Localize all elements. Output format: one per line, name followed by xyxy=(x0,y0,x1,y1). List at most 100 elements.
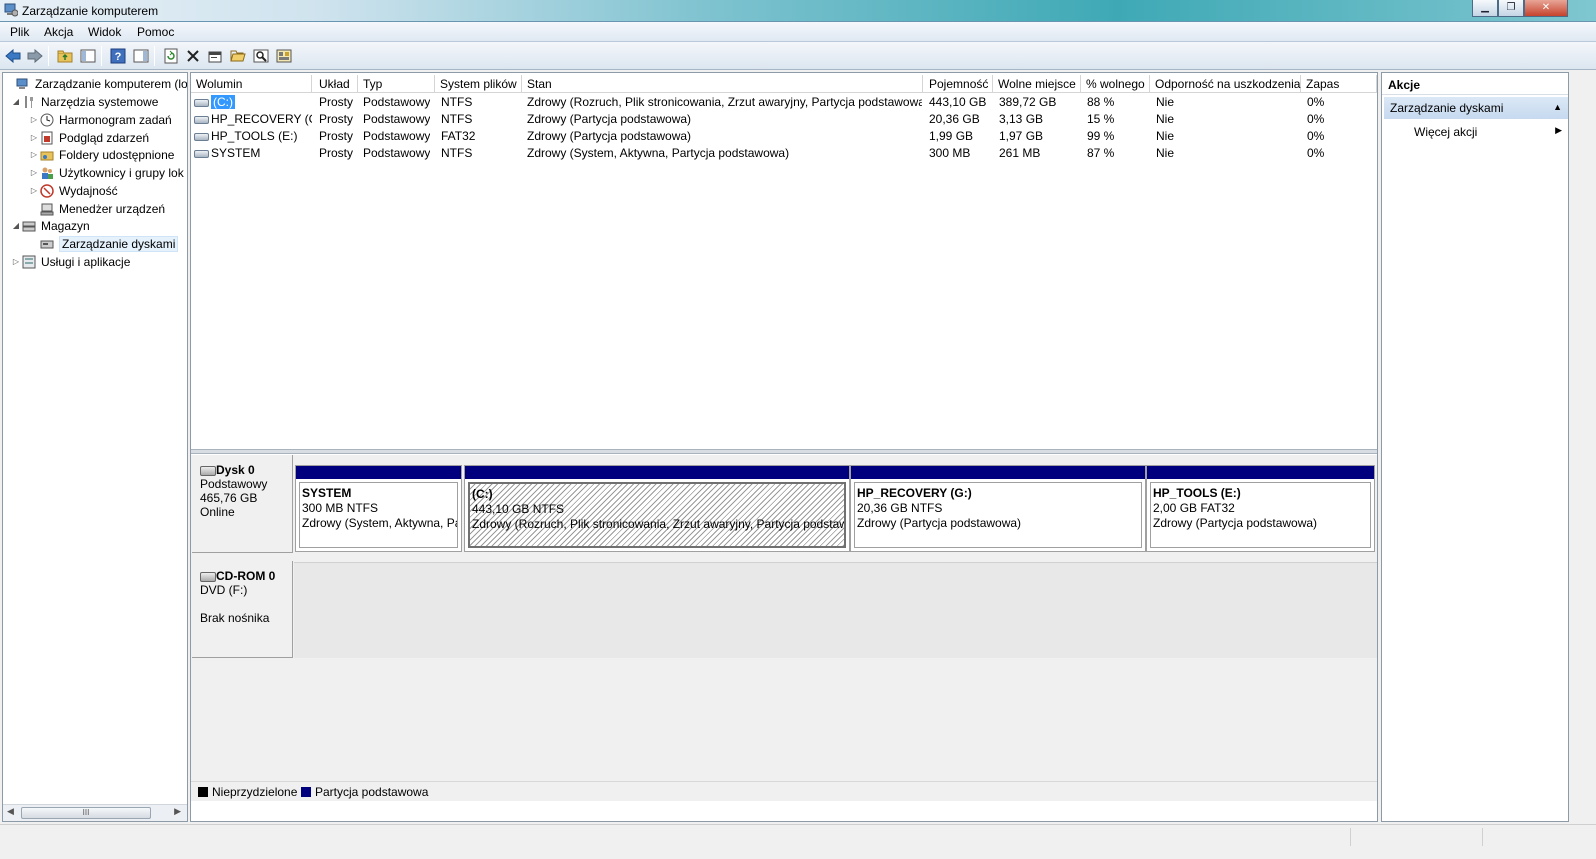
table-row[interactable]: HP_RECOVERY (G:) Prosty Podstawowy NTFS … xyxy=(191,111,1377,128)
window-edge xyxy=(1569,72,1596,822)
disk-size: 465,76 GB xyxy=(200,491,258,505)
column-header-volume[interactable]: Wolumin xyxy=(191,75,312,93)
volume-capacity: 443,10 GB xyxy=(929,95,987,109)
scroll-left-icon[interactable]: ◀ xyxy=(7,806,14,817)
performance-icon xyxy=(39,183,55,199)
maximize-button[interactable]: ❐ xyxy=(1498,0,1524,17)
collapsed-arrow-icon[interactable]: ▷ xyxy=(11,257,21,266)
search-icon[interactable] xyxy=(252,47,270,65)
computer-management-icon xyxy=(4,3,18,17)
forward-icon[interactable] xyxy=(26,47,44,65)
tree-item-disk-management[interactable]: Zarządzanie dyskami xyxy=(29,235,179,252)
svg-text:?: ? xyxy=(115,51,122,63)
volume-fault-tolerance: Nie xyxy=(1156,95,1175,109)
pane-splitter[interactable] xyxy=(191,449,1377,454)
up-folder-icon[interactable] xyxy=(56,47,74,65)
tree-item-label: Foldery udostępnione xyxy=(59,147,175,162)
volume-layout: Prosty xyxy=(319,129,354,143)
legend-label-primary-partition: Partycja podstawowa xyxy=(315,785,429,799)
back-icon[interactable] xyxy=(4,47,22,65)
delete-icon[interactable] xyxy=(184,47,202,65)
tree-item-local-users[interactable]: ▷ Użytkownicy i grupy lok xyxy=(29,164,184,181)
volume-percent-free: 87 % xyxy=(1087,146,1115,160)
volume-status: Zdrowy (Rozruch, Plik stronicowania, Zrz… xyxy=(527,95,922,109)
users-icon xyxy=(39,165,55,181)
cdrom-0-label[interactable]: CD-ROM 0 DVD (F:) Brak nośnika xyxy=(192,561,293,658)
partition-status: Zdrowy (Rozruch, Plik stronicowania, Zrz… xyxy=(472,517,846,531)
tree-item-event-viewer[interactable]: ▷ Podgląd zdarzeń xyxy=(29,129,149,146)
collapsed-arrow-icon[interactable]: ▷ xyxy=(29,168,39,177)
column-header-percent-free[interactable]: % wolnego xyxy=(1081,75,1150,93)
minimize-button[interactable]: ▁ xyxy=(1472,0,1498,17)
tools-icon xyxy=(21,94,37,110)
collapsed-arrow-icon[interactable]: ▷ xyxy=(29,115,39,124)
column-header-capacity[interactable]: Pojemność xyxy=(924,75,993,93)
volume-filesystem: NTFS xyxy=(441,112,473,126)
collapsed-arrow-icon[interactable]: ▷ xyxy=(29,133,39,142)
open-folder-icon[interactable] xyxy=(229,47,247,65)
cdrom-area[interactable] xyxy=(294,562,1377,658)
disk-state: Online xyxy=(200,505,235,519)
volume-icon xyxy=(194,149,209,158)
show-hide-action-pane-icon[interactable] xyxy=(132,47,150,65)
tree-item-services-applications[interactable]: ▷ Usługi i aplikacje xyxy=(11,253,130,270)
tree-item-shared-folders[interactable]: ▷ Foldery udostępnione xyxy=(29,146,175,163)
tree-item-computer-management[interactable]: Zarządzanie komputerem (loka xyxy=(5,75,188,92)
column-header-filesystem[interactable]: System plików xyxy=(435,75,522,93)
legend-label-unallocated: Nieprzydzielone xyxy=(212,785,298,799)
partition-hp-recovery[interactable]: HP_RECOVERY (G:) 20,36 GB NTFS Zdrowy (P… xyxy=(850,465,1146,552)
table-row[interactable]: (C:) Prosty Podstawowy NTFS Zdrowy (Rozr… xyxy=(191,94,1377,111)
column-header-layout[interactable]: Układ xyxy=(314,75,358,93)
disk-settings-icon[interactable] xyxy=(275,47,293,65)
partition-hp-tools[interactable]: HP_TOOLS (E:) 2,00 GB FAT32 Zdrowy (Part… xyxy=(1146,465,1375,552)
collapsed-arrow-icon[interactable]: ▷ xyxy=(29,186,39,195)
partition-c[interactable]: (C:) 443,10 GB NTFS Zdrowy (Rozruch, Pli… xyxy=(464,465,850,552)
tree-item-storage[interactable]: ◢ Magazyn xyxy=(11,217,90,234)
scrollbar-thumb[interactable]: III xyxy=(21,807,151,819)
collapsed-arrow-icon[interactable]: ▷ xyxy=(29,150,39,159)
tree-item-device-manager[interactable]: Menedżer urządzeń xyxy=(29,200,165,217)
table-row[interactable]: HP_TOOLS (E:) Prosty Podstawowy FAT32 Zd… xyxy=(191,128,1377,145)
tree-item-task-scheduler[interactable]: ▷ Harmonogram zadań xyxy=(29,111,172,128)
menu-pomoc[interactable]: Pomoc xyxy=(137,25,174,39)
expanded-arrow-icon[interactable]: ◢ xyxy=(11,97,21,106)
show-hide-tree-icon[interactable] xyxy=(79,47,97,65)
tree-item-label: Narzędzia systemowe xyxy=(41,94,159,109)
volume-capacity: 20,36 GB xyxy=(929,112,980,126)
partition-system[interactable]: SYSTEM 300 MB NTFS Zdrowy (System, Aktyw… xyxy=(295,465,462,552)
tree-item-label: Zarządzanie dyskami xyxy=(59,235,179,252)
volume-capacity: 300 MB xyxy=(929,146,971,160)
refresh-icon[interactable] xyxy=(162,47,180,65)
submenu-arrow-icon[interactable]: ▶ xyxy=(1555,125,1562,136)
volume-icon xyxy=(194,132,209,141)
tree-item-system-tools[interactable]: ◢ Narzędzia systemowe xyxy=(11,93,158,110)
table-row[interactable]: SYSTEM Prosty Podstawowy NTFS Zdrowy (Sy… xyxy=(191,145,1377,162)
tree-item-performance[interactable]: ▷ Wydajność xyxy=(29,182,118,199)
volume-layout: Prosty xyxy=(319,95,354,109)
collapse-up-icon[interactable]: ▲ xyxy=(1553,102,1562,112)
volume-fault-tolerance: Nie xyxy=(1156,112,1175,126)
volume-list: Wolumin Układ Typ System plików Stan Poj… xyxy=(191,73,1377,451)
tree-item-label: Podgląd zdarzeń xyxy=(59,130,150,145)
menu-widok[interactable]: Widok xyxy=(88,25,121,39)
menu-akcja[interactable]: Akcja xyxy=(44,25,73,39)
storage-icon xyxy=(21,218,37,234)
disk-0-label[interactable]: Dysk 0 Podstawowy 465,76 GB Online xyxy=(192,455,293,553)
close-button[interactable]: ✕ xyxy=(1524,0,1568,17)
column-header-overhead[interactable]: Zapas xyxy=(1301,75,1377,93)
tree-item-label: Zarządzanie komputerem (loka xyxy=(35,76,188,91)
column-header-fault-tolerance[interactable]: Odporność na uszkodzenia xyxy=(1150,75,1301,93)
actions-section-disk-management[interactable]: Zarządzanie dyskami ▲ xyxy=(1384,97,1568,119)
column-header-free-space[interactable]: Wolne miejsce xyxy=(993,75,1081,93)
menu-plik[interactable]: Plik xyxy=(10,25,29,39)
column-header-status[interactable]: Stan xyxy=(522,75,923,93)
help-icon[interactable]: ? xyxy=(109,47,127,65)
horizontal-scrollbar[interactable]: ◀ III ▶ xyxy=(3,804,187,821)
volume-type: Podstawowy xyxy=(363,129,431,143)
scroll-right-icon[interactable]: ▶ xyxy=(174,806,181,817)
volume-capacity: 1,99 GB xyxy=(929,129,974,143)
more-actions-link[interactable]: Więcej akcji xyxy=(1414,125,1477,139)
expanded-arrow-icon[interactable]: ◢ xyxy=(11,221,21,230)
properties-icon[interactable] xyxy=(206,47,224,65)
column-header-type[interactable]: Typ xyxy=(358,75,435,93)
